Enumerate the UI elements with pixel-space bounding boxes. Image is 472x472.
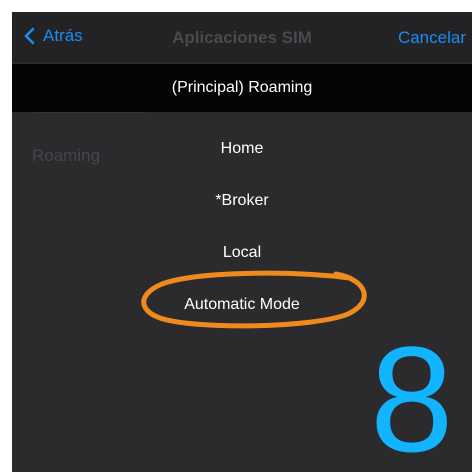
navigation-bar: Atrás Aplicaciones SIM Cancelar xyxy=(12,12,472,62)
phone-screen: Atrás Aplicaciones SIM Cancelar Roaming … xyxy=(12,12,472,472)
picker-option-broker[interactable]: *Broker xyxy=(12,192,472,210)
picker-option-home[interactable]: Home xyxy=(12,140,472,158)
highlight-circle-annotation xyxy=(141,270,367,329)
picker-header: (Principal) Roaming xyxy=(12,64,472,112)
cancel-button[interactable]: Cancelar xyxy=(398,28,466,48)
picker-option-local[interactable]: Local xyxy=(12,244,472,262)
step-number-annotation: 8 xyxy=(370,315,454,472)
